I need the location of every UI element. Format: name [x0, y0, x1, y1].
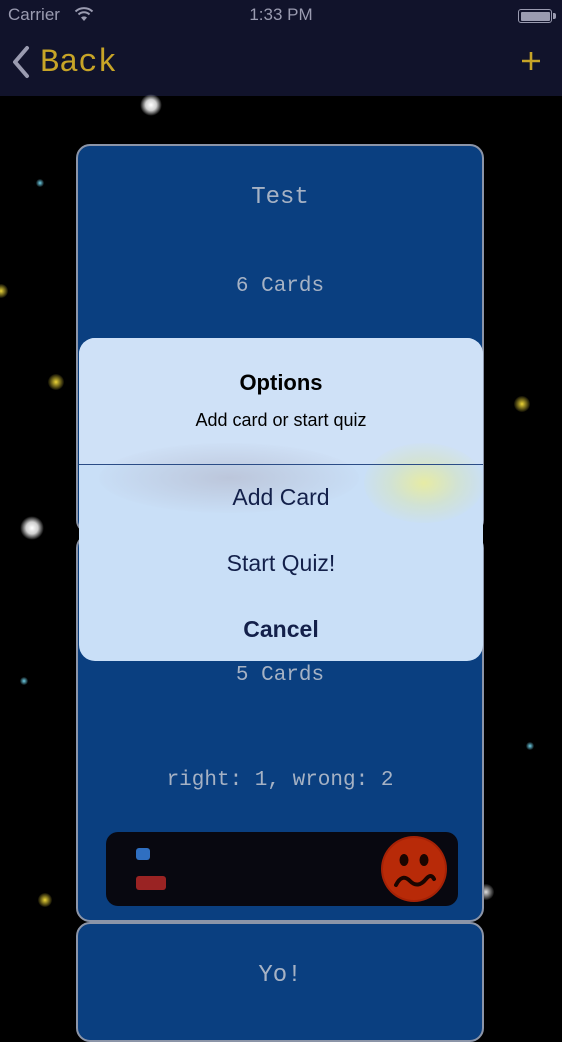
navigation-bar: Back: [0, 30, 562, 96]
deck-title: Test: [251, 184, 309, 211]
deck-score: right: 1, wrong: 2: [166, 769, 394, 792]
sad-face-icon: [381, 836, 447, 902]
back-label: Back: [40, 43, 117, 81]
deck-title: Yo!: [258, 962, 302, 989]
star: [0, 284, 8, 298]
plus-icon: [522, 52, 540, 70]
action-sheet-message: Add card or start quiz: [195, 410, 367, 430]
start-quiz-button[interactable]: Start Quiz!: [79, 550, 483, 577]
right-answers-bar: [136, 848, 150, 860]
deck-card-count: 5 Cards: [235, 664, 325, 687]
star: [20, 677, 28, 685]
add-card-button[interactable]: Add Card: [79, 484, 483, 511]
blur-highlight: [364, 443, 483, 523]
star: [514, 396, 530, 412]
wrong-answers-bar: [136, 876, 166, 890]
action-sheet-divider: [79, 464, 483, 465]
deck-card-count: 6 Cards: [235, 275, 325, 298]
add-deck-button[interactable]: [518, 44, 544, 78]
star: [48, 374, 64, 390]
status-bar: Carrier 1:33 PM: [0, 0, 562, 30]
battery-icon: [518, 9, 556, 23]
star: [140, 94, 162, 116]
star: [38, 893, 52, 907]
star: [36, 179, 44, 187]
chevron-left-icon: [13, 46, 29, 78]
star: [526, 742, 534, 750]
action-sheet-title: Options: [239, 370, 323, 395]
cancel-button[interactable]: Cancel: [79, 616, 483, 643]
back-button[interactable]: Back: [10, 43, 117, 81]
status-time: 1:33 PM: [249, 5, 313, 24]
options-action-sheet: Options Add card or start quiz Add Card …: [79, 338, 483, 661]
quiz-result-panel: [106, 832, 458, 906]
deck-card-yo[interactable]: Yo!: [76, 922, 484, 1042]
star: [20, 516, 44, 540]
